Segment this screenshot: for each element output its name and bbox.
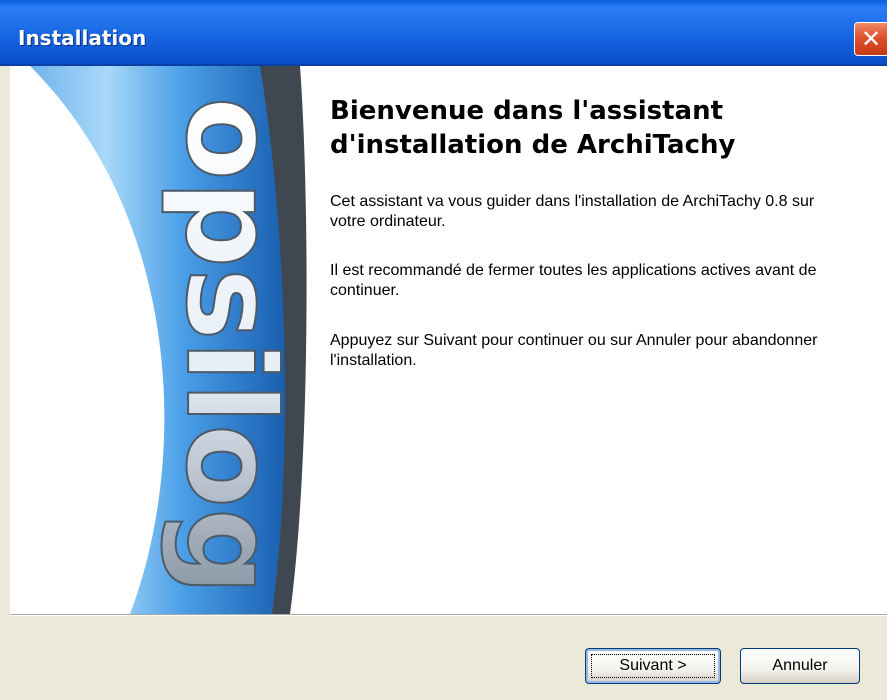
- instructions-paragraph: Appuyez sur Suivant pour continuer ou su…: [330, 332, 818, 369]
- side-banner: opsilog: [10, 66, 310, 614]
- cancel-button[interactable]: Annuler: [740, 648, 860, 684]
- next-button-label: Suivant >: [619, 657, 687, 674]
- cancel-button-label: Annuler: [772, 657, 828, 674]
- logo-text: opsilog: [159, 97, 301, 596]
- intro-paragraph: Cet assistant va vous guider dans l'inst…: [330, 193, 815, 230]
- next-button[interactable]: Suivant >: [585, 648, 721, 684]
- close-button[interactable]: ✕: [854, 22, 887, 56]
- footer-divider: [10, 614, 887, 616]
- opsilog-logo: opsilog: [30, 66, 307, 614]
- window-title: Installation: [18, 26, 147, 50]
- page-title: Bienvenue dans l'assistant d'installatio…: [330, 96, 736, 160]
- title-bar[interactable]: Installation ✕: [0, 0, 887, 66]
- close-icon: ✕: [860, 25, 882, 53]
- recommendation-paragraph: Il est recommandé de fermer toutes les a…: [330, 262, 817, 299]
- installer-window: Installation ✕ opsilog Bienvenue dans l'…: [0, 0, 887, 700]
- wizard-content: opsilog Bienvenue dans l'assistant d'ins…: [10, 66, 887, 614]
